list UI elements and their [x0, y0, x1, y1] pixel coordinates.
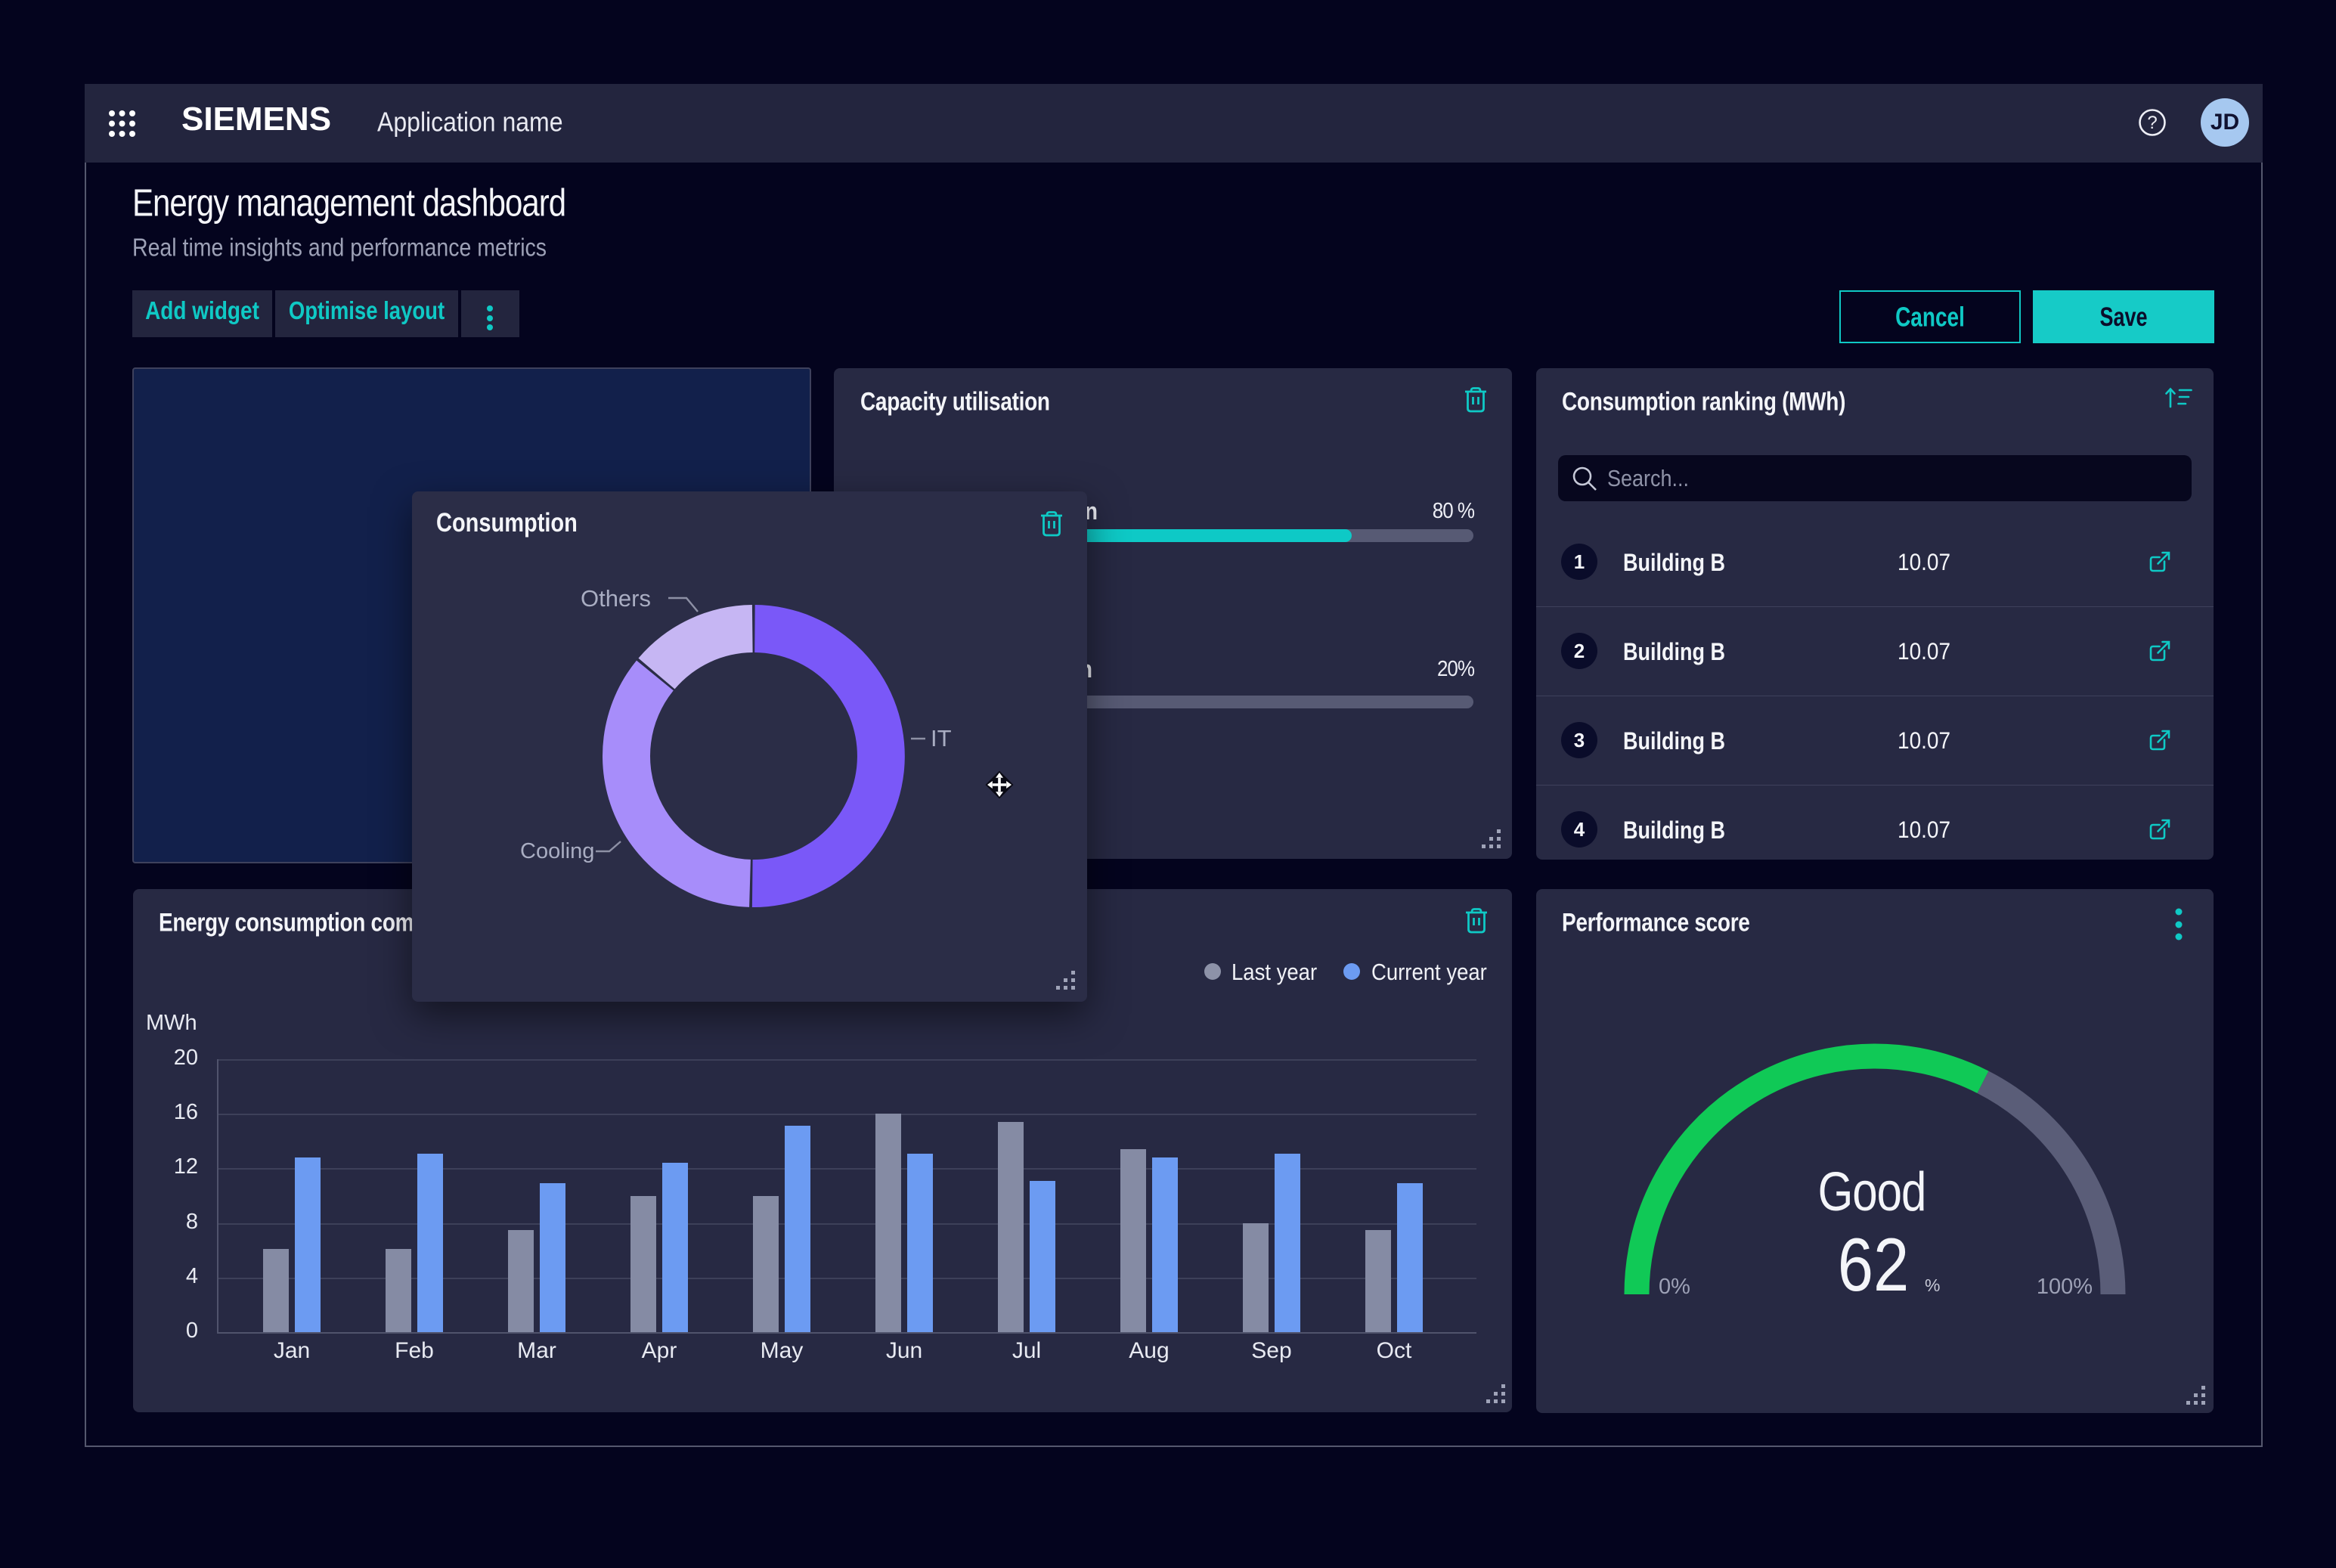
- svg-text:?: ?: [2147, 113, 2157, 133]
